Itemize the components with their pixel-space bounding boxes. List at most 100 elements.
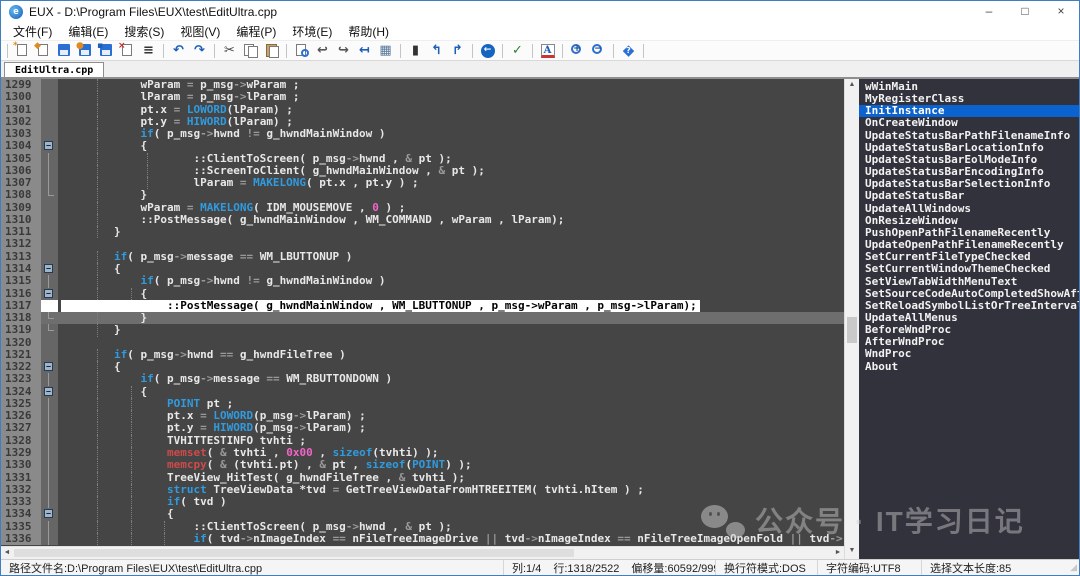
fold-margin[interactable] (41, 79, 58, 91)
open-file-icon[interactable]: ◆ (34, 42, 53, 59)
code-text[interactable]: { (58, 263, 844, 275)
code-text[interactable]: POINT pt ; (58, 398, 844, 410)
symbol-item[interactable]: InitInstance (859, 105, 1079, 117)
code-text[interactable]: if( p_msg->hwnd != g_hwndMainWindow ) (58, 128, 844, 140)
code-line[interactable]: 1306 ::ScreenToClient( g_hwndMainWindow … (1, 165, 844, 177)
code-line[interactable]: 1318 } (1, 312, 844, 324)
fold-margin[interactable] (41, 533, 58, 545)
code-line[interactable]: 1324− { (1, 386, 844, 398)
symbol-item[interactable]: About (859, 361, 1079, 373)
code-line[interactable]: 1320 (1, 337, 844, 349)
fold-margin[interactable]: − (41, 263, 58, 275)
code-text[interactable]: { (58, 361, 844, 373)
symbol-item[interactable]: SetCurrentWindowThemeChecked (859, 263, 1079, 275)
fold-margin[interactable] (41, 214, 58, 226)
code-text[interactable] (58, 337, 844, 349)
code-line[interactable]: 1336 if( tvd->nImageIndex == nFileTreeIm… (1, 533, 844, 545)
code-line[interactable]: 1331 TreeView_HitTest( g_hwndFileTree , … (1, 472, 844, 484)
fold-margin[interactable] (41, 153, 58, 165)
code-text[interactable]: ::ScreenToClient( g_hwndMainWindow , & p… (58, 165, 844, 177)
fold-margin[interactable] (41, 496, 58, 508)
code-text[interactable]: ::PostMessage( g_hwndMainWindow , WM_COM… (58, 214, 844, 226)
symbol-item[interactable]: UpdateStatusBar (859, 190, 1079, 202)
minimize-button[interactable]: – (971, 1, 1007, 23)
navigate-back-icon[interactable]: ← (478, 42, 497, 59)
code-line[interactable]: 1315 if( p_msg->hwnd != g_hwndMainWindow… (1, 275, 844, 287)
code-line[interactable]: 1303 if( p_msg->hwnd != g_hwndMainWindow… (1, 128, 844, 140)
code-text[interactable]: wParam = MAKELONG( IDM_MOUSEMOVE , 0 ) ; (58, 202, 844, 214)
symbol-item[interactable]: SetReloadSymbolListOrTreeIntervalMe (859, 300, 1079, 312)
next-bookmark-icon[interactable]: ↱ (448, 42, 467, 59)
tab-editultra-cpp[interactable]: EditUltra.cpp (4, 62, 104, 77)
code-line[interactable]: 1313 if( p_msg->message == WM_LBUTTONUP … (1, 251, 844, 263)
scroll-left-arrow[interactable]: ◄ (1, 547, 13, 559)
symbol-item[interactable]: wWinMain (859, 81, 1079, 93)
code-text[interactable]: lParam = p_msg->lParam ; (58, 91, 844, 103)
menu-item[interactable]: 搜索(S) (116, 23, 172, 40)
horizontal-scrollbar[interactable]: ◄ ► (1, 546, 844, 559)
fold-margin[interactable]: − (41, 361, 58, 373)
symbol-item[interactable]: SetCurrentFileTypeChecked (859, 251, 1079, 263)
code-text[interactable]: if( tvd->nImageIndex == nFileTreeImageDr… (58, 533, 844, 545)
code-text[interactable]: } (58, 312, 844, 324)
symbol-item[interactable]: AfterWndProc (859, 336, 1079, 348)
code-line[interactable]: 1301 pt.x = LOWORD(lParam) ; (1, 104, 844, 116)
find-prev-icon[interactable]: ↩ (313, 42, 332, 59)
symbol-item[interactable]: PushOpenPathFilenameRecently (859, 227, 1079, 239)
replace-icon[interactable]: ▦ (376, 42, 395, 59)
fold-margin[interactable] (41, 484, 58, 496)
code-text[interactable]: } (58, 226, 844, 238)
code-line[interactable]: 1321 if( p_msg->hwnd == g_hwndFileTree ) (1, 349, 844, 361)
close-file-icon[interactable]: × (118, 42, 137, 59)
code-text[interactable]: ::PostMessage( g_hwndMainWindow , WM_LBU… (58, 300, 844, 312)
fold-collapse-icon[interactable]: − (44, 264, 53, 273)
code-text[interactable]: lParam = MAKELONG( pt.x , pt.y ) ; (58, 177, 844, 189)
find-next-icon[interactable]: ↪ (334, 42, 353, 59)
fold-margin[interactable] (41, 349, 58, 361)
code-line[interactable]: 1309 wParam = MAKELONG( IDM_MOUSEMOVE , … (1, 202, 844, 214)
code-text[interactable]: wParam = p_msg->wParam ; (58, 79, 844, 91)
last-position-icon[interactable]: ↤ (355, 42, 374, 59)
code-line[interactable]: 1311 } (1, 226, 844, 238)
fold-collapse-icon[interactable]: − (44, 362, 53, 371)
symbol-item[interactable]: UpdateStatusBarEolModeInfo (859, 154, 1079, 166)
code-text[interactable]: pt.x = LOWORD(p_msg->lParam) ; (58, 410, 844, 422)
fold-margin[interactable]: − (41, 140, 58, 152)
code-line[interactable]: 1328 TVHITTESTINFO tvhti ; (1, 435, 844, 447)
code-text[interactable]: { (58, 386, 844, 398)
maximize-button[interactable]: □ (1007, 1, 1043, 23)
bookmark-icon[interactable]: ▮ (406, 42, 425, 59)
zoom-in-icon[interactable]: + (568, 42, 587, 59)
code-text[interactable]: ::ClientToScreen( p_msg->hwnd , & pt ); (58, 521, 844, 533)
fold-margin[interactable]: − (41, 508, 58, 520)
code-line[interactable]: 1305 ::ClientToScreen( p_msg->hwnd , & p… (1, 153, 844, 165)
fold-margin[interactable] (41, 410, 58, 422)
code-line[interactable]: 1327 pt.y = HIWORD(p_msg->lParam) ; (1, 422, 844, 434)
code-line[interactable]: 1316− { (1, 288, 844, 300)
code-text[interactable]: if( p_msg->message == WM_RBUTTONDOWN ) (58, 373, 844, 385)
fold-margin[interactable] (41, 521, 58, 533)
code-line[interactable]: 1304− { (1, 140, 844, 152)
code-text[interactable]: struct TreeViewData *tvd = GetTreeViewDa… (58, 484, 844, 496)
code-line[interactable]: 1310 ::PostMessage( g_hwndMainWindow , W… (1, 214, 844, 226)
symbol-item[interactable]: UpdateAllWindows (859, 203, 1079, 215)
symbol-item[interactable]: UpdateStatusBarLocationInfo (859, 142, 1079, 154)
todo-list-icon[interactable]: ✓ (508, 42, 527, 59)
fold-margin[interactable] (41, 128, 58, 140)
scroll-down-arrow[interactable]: ▼ (845, 545, 859, 557)
zoom-out-icon[interactable]: − (589, 42, 608, 59)
scroll-right-arrow[interactable]: ► (832, 547, 844, 559)
fold-margin[interactable] (41, 226, 58, 238)
code-line[interactable]: 1312 (1, 238, 844, 250)
symbol-item[interactable]: OnResizeWindow (859, 215, 1079, 227)
resize-grip[interactable]: ◢ (1070, 562, 1079, 573)
symbol-item[interactable]: UpdateAllMenus (859, 312, 1079, 324)
symbol-item[interactable]: UpdateStatusBarEncodingInfo (859, 166, 1079, 178)
code-line[interactable]: 1302 pt.y = HIWORD(lParam) ; (1, 116, 844, 128)
symbol-item[interactable]: OnCreateWindow (859, 117, 1079, 129)
save-all-icon[interactable]: ▪ (97, 42, 116, 59)
fold-collapse-icon[interactable]: − (44, 141, 53, 150)
code-line[interactable]: 1334− { (1, 508, 844, 520)
code-line[interactable]: 1330 memcpy( & (tvhti.pt) , & pt , sizeo… (1, 459, 844, 471)
code-line[interactable]: 1333 if( tvd ) (1, 496, 844, 508)
